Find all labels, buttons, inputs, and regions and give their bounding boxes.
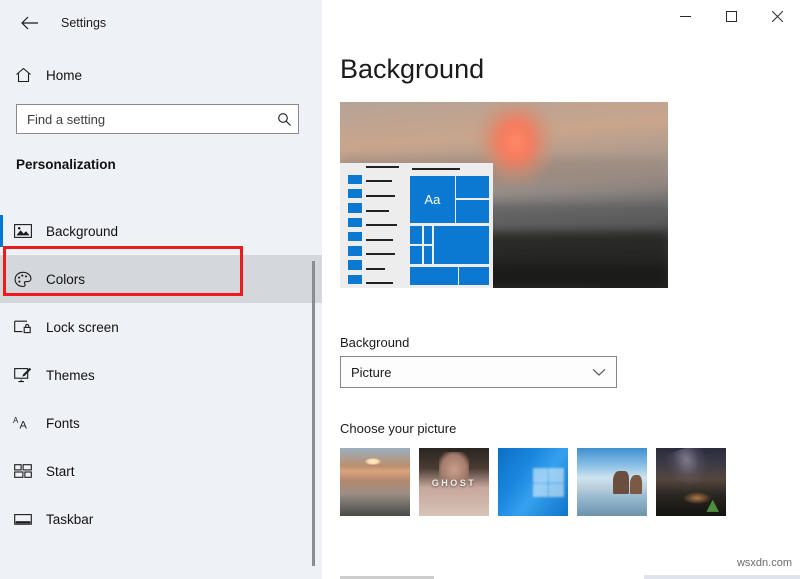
maximize-button[interactable]	[708, 0, 754, 32]
sidebar-nav-list: Background Colors Lock screen Themes A A…	[0, 207, 322, 543]
preview-tile	[433, 226, 490, 264]
start-tiles-icon	[0, 464, 46, 478]
background-type-value: Picture	[351, 364, 392, 380]
background-field-label: Background	[340, 335, 410, 350]
windows-logo-icon	[533, 468, 564, 497]
preview-tile	[410, 226, 423, 244]
preview-start-menu-mock: Aa	[340, 163, 493, 288]
preview-tile	[410, 246, 423, 264]
close-icon	[771, 10, 783, 22]
picture-thumbnail-list: GHOST	[340, 448, 726, 516]
sidebar-item-start-label: Start	[46, 463, 75, 479]
thumb-windows-default[interactable]	[498, 448, 568, 516]
preview-tile	[410, 266, 458, 286]
rock-formation	[613, 471, 629, 495]
sidebar-item-colors[interactable]: Colors	[0, 255, 322, 303]
svg-text:A: A	[13, 416, 19, 425]
close-button[interactable]	[754, 0, 800, 32]
sidebar-item-themes-label: Themes	[46, 367, 95, 383]
rock-formation	[630, 475, 643, 495]
thumb-sunset-beach[interactable]	[340, 448, 410, 516]
selection-accent-bar	[0, 215, 3, 247]
preview-rail-tiles	[348, 174, 363, 285]
taskbar-icon	[0, 513, 46, 526]
sidebar-item-themes[interactable]: Themes	[0, 351, 296, 399]
sidebar-item-home-label: Home	[46, 67, 83, 83]
sidebar-item-colors-label: Colors	[46, 271, 86, 287]
desktop-preview: Aa	[340, 102, 668, 288]
watermark: wsxdn.com	[736, 557, 792, 569]
window-controls	[662, 0, 800, 32]
back-button[interactable]	[14, 8, 46, 38]
sidebar-item-taskbar-label: Taskbar	[46, 511, 94, 527]
fonts-aa-icon: A A	[0, 415, 46, 431]
sidebar-scrollbar[interactable]	[312, 261, 315, 566]
background-type-select[interactable]: Picture	[340, 356, 617, 388]
preview-tile	[459, 266, 490, 286]
back-arrow-icon	[21, 16, 38, 30]
search-box[interactable]	[16, 104, 299, 134]
preview-tile	[456, 199, 490, 223]
preview-tile-aa: Aa	[410, 175, 455, 223]
water-layer	[577, 494, 647, 516]
lock-screen-icon	[0, 319, 46, 335]
section-title-personalization: Personalization	[16, 157, 116, 172]
preview-tile-header-line	[411, 168, 461, 171]
sidebar-item-start[interactable]: Start	[0, 447, 296, 495]
preview-tile	[456, 175, 490, 198]
maximize-icon	[725, 10, 737, 22]
preview-list-lines	[365, 165, 400, 285]
home-icon	[0, 67, 46, 83]
preview-tile	[423, 226, 433, 244]
choose-picture-label: Choose your picture	[340, 421, 457, 436]
app-title: Settings	[61, 16, 107, 30]
preview-tile	[423, 246, 433, 264]
thumb-ghost-caption: GHOST	[431, 477, 477, 488]
sidebar-item-home[interactable]: Home	[0, 56, 300, 94]
milky-way	[663, 448, 713, 490]
search-icon	[270, 112, 298, 127]
preview-tile-grid: Aa	[410, 175, 490, 286]
search-input[interactable]	[17, 111, 270, 127]
themes-brush-icon	[0, 367, 46, 383]
sidebar-item-lock-screen[interactable]: Lock screen	[0, 303, 296, 351]
sidebar-item-background[interactable]: Background	[0, 207, 296, 255]
svg-text:A: A	[20, 420, 28, 432]
content-bottom-edge	[644, 575, 800, 579]
horizon-glow	[682, 491, 711, 504]
minimize-button[interactable]	[662, 0, 708, 32]
thumb-night-sky[interactable]	[656, 448, 726, 516]
palette-icon	[0, 271, 46, 288]
sidebar-item-background-label: Background	[46, 223, 119, 239]
image-icon	[0, 223, 46, 239]
sidebar-item-fonts-label: Fonts	[46, 415, 80, 431]
portrait-face	[438, 452, 470, 481]
chevron-down-icon	[582, 368, 616, 377]
thumb-ghost-portrait[interactable]: GHOST	[419, 448, 489, 516]
sidebar-item-fonts[interactable]: A A Fonts	[0, 399, 296, 447]
thumb-sea-stacks[interactable]	[577, 448, 647, 516]
minimize-icon	[679, 15, 691, 17]
settings-window: Settings Home Find a setting Personaliza…	[0, 0, 800, 579]
sidebar-item-lock-screen-label: Lock screen	[46, 319, 119, 335]
page-title: Background	[340, 54, 485, 84]
sidebar-item-taskbar[interactable]: Taskbar	[0, 495, 296, 543]
main-content: Background Aa Background Picture Choose …	[322, 46, 800, 579]
sidebar: Home Personalization	[0, 46, 322, 579]
title-bar: Settings	[0, 0, 800, 46]
